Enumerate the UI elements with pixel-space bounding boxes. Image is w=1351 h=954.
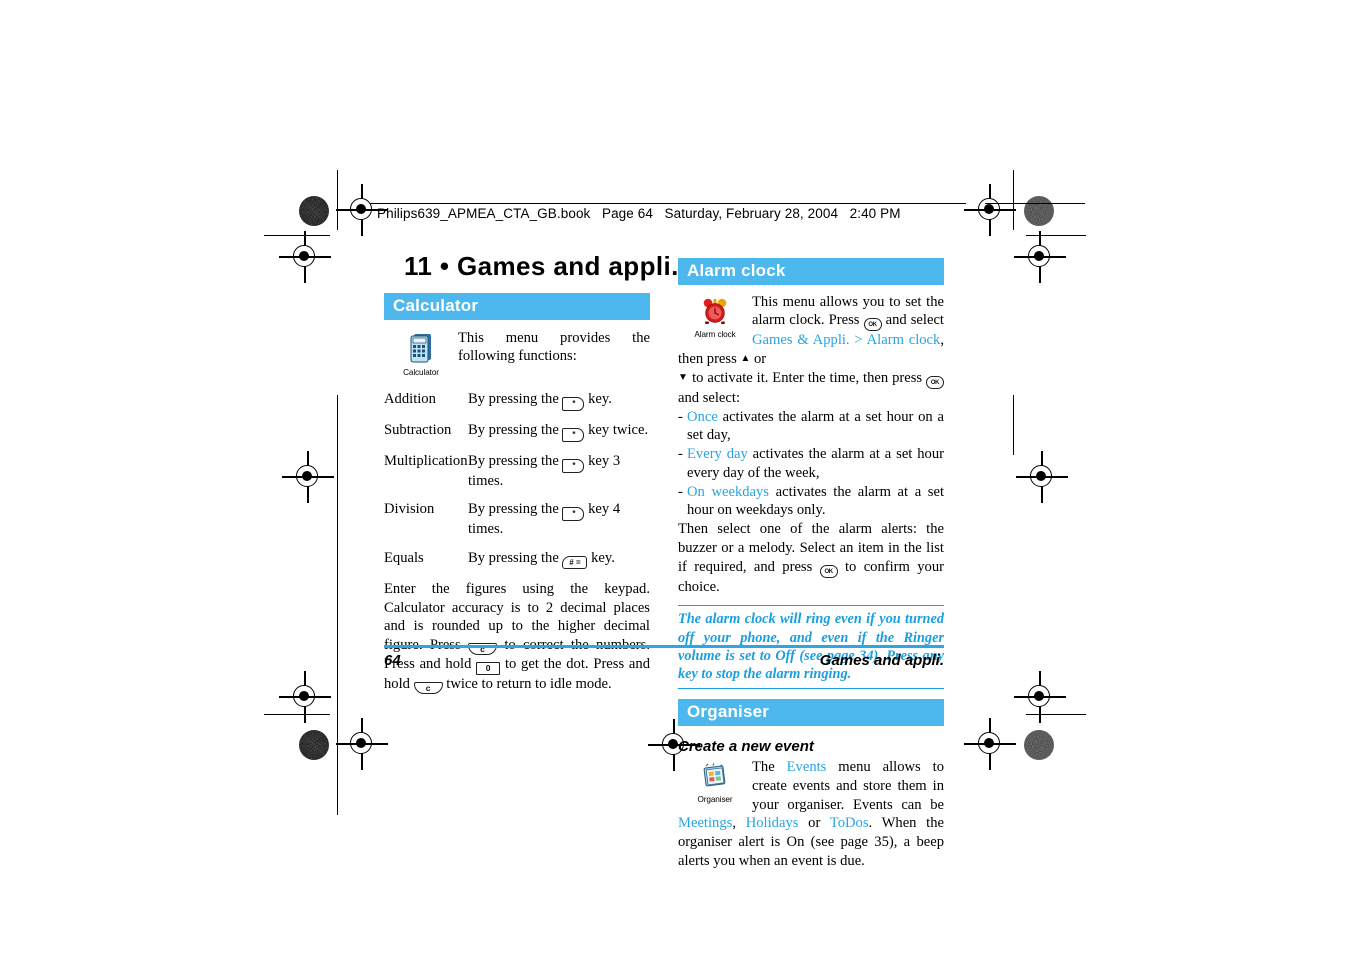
menu-link-events[interactable]: Events bbox=[787, 759, 827, 775]
alarm-alerts-paragraph: Then select one of the alarm alerts: the… bbox=[678, 520, 944, 596]
section-heading-organiser: Organiser bbox=[678, 699, 944, 727]
operation-label-addition: Addition bbox=[384, 390, 436, 407]
zero-key-icon: 0 bbox=[476, 662, 501, 675]
organiser-text-1: The bbox=[752, 759, 775, 776]
menu-link-todos[interactable]: ToDos bbox=[830, 815, 869, 831]
alarm-clock-icon-caption: Alarm clock bbox=[694, 329, 736, 339]
footer-rule bbox=[384, 645, 944, 648]
ok-key-icon: OK bbox=[863, 318, 882, 332]
operation-label-subtraction: Subtraction bbox=[384, 421, 452, 438]
organiser-text-2: menu allows to create events and store t… bbox=[752, 759, 944, 813]
alarm-clock-intro-continued: ▼ to activate it. Enter the time, then p… bbox=[678, 369, 945, 408]
operation-desc-subtraction: By pressing the * key twice. bbox=[468, 422, 650, 442]
alarm-option-once: Once activates the alarm at a set hour o… bbox=[687, 408, 944, 446]
alarm-intro-part-4: or bbox=[754, 351, 767, 368]
hash-equals-key-icon: # = bbox=[562, 555, 588, 569]
organiser-icon-caption: Organiser bbox=[697, 795, 733, 805]
alarm-option-label[interactable]: On weekdays bbox=[687, 484, 769, 500]
section-heading-calculator: Calculator bbox=[384, 293, 650, 320]
dash-bullet: - bbox=[678, 483, 683, 500]
ok-key-icon: OK bbox=[819, 564, 838, 578]
list-item: - On weekdays activates the alarm at a s… bbox=[678, 483, 944, 521]
operation-desc-division: By pressing the * key 4 times. bbox=[468, 501, 650, 539]
dash-bullet: - bbox=[678, 408, 683, 425]
operation-desc-equals: By pressing the # = key. bbox=[468, 550, 650, 569]
arrow-down-icon: ▼ bbox=[678, 371, 689, 383]
alarm-option-on-weekdays: On weekdays activates the alarm at a set… bbox=[687, 483, 944, 521]
operation-row-multiplication: Multiplication By pressing the * key 3 t… bbox=[384, 453, 650, 491]
alarm-intro-part-5: to activate it. Enter the time, then pre… bbox=[692, 369, 923, 386]
section-heading-alarm-clock: Alarm clock bbox=[678, 258, 944, 285]
operation-desc-post: key. bbox=[591, 549, 615, 566]
operation-row-equals: Equals By pressing the # = key. bbox=[384, 550, 650, 569]
footer-running-title: Games and appli. bbox=[819, 652, 944, 669]
alarm-option-text: activates the alarm at a set hour on a s… bbox=[687, 408, 944, 444]
calculator-icon-block: Calculator bbox=[390, 333, 452, 377]
operation-desc-addition: By pressing the * key. bbox=[468, 391, 650, 411]
page-title: 11 • Games and appli. bbox=[404, 251, 679, 281]
ok-key-icon: OK bbox=[926, 375, 945, 389]
alarm-options-list: - Once activates the alarm at a set hour… bbox=[678, 408, 944, 521]
organiser-icon bbox=[701, 762, 729, 790]
alarm-intro-part-2: and select bbox=[885, 312, 944, 329]
operation-label-division: Division bbox=[384, 501, 435, 518]
list-item: - Every day activates the alarm at a set… bbox=[678, 445, 944, 483]
operation-desc-multiplication: By pressing the * key 3 times. bbox=[468, 453, 650, 491]
menu-link-meetings[interactable]: Meetings bbox=[678, 815, 732, 831]
operation-desc-post: key twice. bbox=[588, 421, 649, 438]
alarm-option-label[interactable]: Every day bbox=[687, 446, 748, 462]
operation-desc-pre: By pressing the bbox=[468, 421, 559, 438]
star-key-icon: * bbox=[562, 396, 585, 411]
subheading-create-new-event: Create a new event bbox=[678, 738, 814, 756]
operation-label-multiplication: Multiplication bbox=[384, 452, 468, 469]
alarm-intro-part-6: and select: bbox=[678, 389, 740, 406]
footer-page-number: 64 bbox=[384, 652, 401, 669]
menu-path-separator: > bbox=[854, 332, 863, 349]
calculator-icon bbox=[408, 333, 434, 363]
operation-row-addition: Addition By pressing the * key. bbox=[384, 391, 650, 411]
clear-key-icon: c bbox=[413, 682, 443, 694]
dash-bullet: - bbox=[678, 446, 683, 463]
calculator-body-part-4: twice to return to idle mode. bbox=[446, 676, 612, 692]
operation-label-equals: Equals bbox=[384, 549, 424, 566]
alarm-option-label[interactable]: Once bbox=[687, 409, 718, 425]
menu-link-holidays[interactable]: Holidays bbox=[746, 815, 799, 831]
operation-desc-pre: By pressing the bbox=[468, 549, 559, 566]
calculator-usage-paragraph: Enter the figures using the keypad. Calc… bbox=[384, 580, 650, 694]
organiser-text-3: or bbox=[808, 815, 821, 832]
calculator-operations-list: Addition By pressing the * key. Subtract… bbox=[384, 391, 650, 569]
column-left: Calculator Calculator This menu provides… bbox=[384, 293, 650, 694]
operation-desc-pre: By pressing the bbox=[468, 452, 559, 469]
menu-link-alarm-clock[interactable]: Alarm clock bbox=[867, 332, 941, 348]
list-item: - Once activates the alarm at a set hour… bbox=[678, 408, 944, 446]
menu-link-games-appli[interactable]: Games & Appli. bbox=[752, 332, 850, 348]
alarm-option-every-day: Every day activates the alarm at a set h… bbox=[687, 445, 944, 483]
star-key-icon: * bbox=[562, 507, 585, 522]
arrow-up-icon: ▲ bbox=[740, 353, 751, 365]
organiser-icon-block: Organiser bbox=[684, 762, 746, 804]
operation-desc-post: key. bbox=[588, 390, 612, 407]
operation-row-subtraction: Subtraction By pressing the * key twice. bbox=[384, 422, 650, 442]
column-right: Alarm clock Alarm clock This menu allows… bbox=[678, 258, 945, 871]
page-content: 11 • Games and appli. Calculator Calcula… bbox=[0, 0, 1351, 954]
star-key-icon: * bbox=[562, 427, 585, 442]
organiser-comma: , bbox=[732, 815, 736, 832]
alarm-clock-icon-block: Alarm clock bbox=[684, 297, 746, 339]
star-key-icon: * bbox=[562, 458, 585, 473]
operation-desc-pre: By pressing the bbox=[468, 390, 559, 407]
alarm-clock-icon bbox=[701, 297, 729, 325]
calculator-icon-caption: Calculator bbox=[403, 367, 439, 377]
note-off-value: Off bbox=[775, 647, 795, 664]
operation-row-division: Division By pressing the * key 4 times. bbox=[384, 501, 650, 539]
operation-desc-pre: By pressing the bbox=[468, 501, 559, 518]
